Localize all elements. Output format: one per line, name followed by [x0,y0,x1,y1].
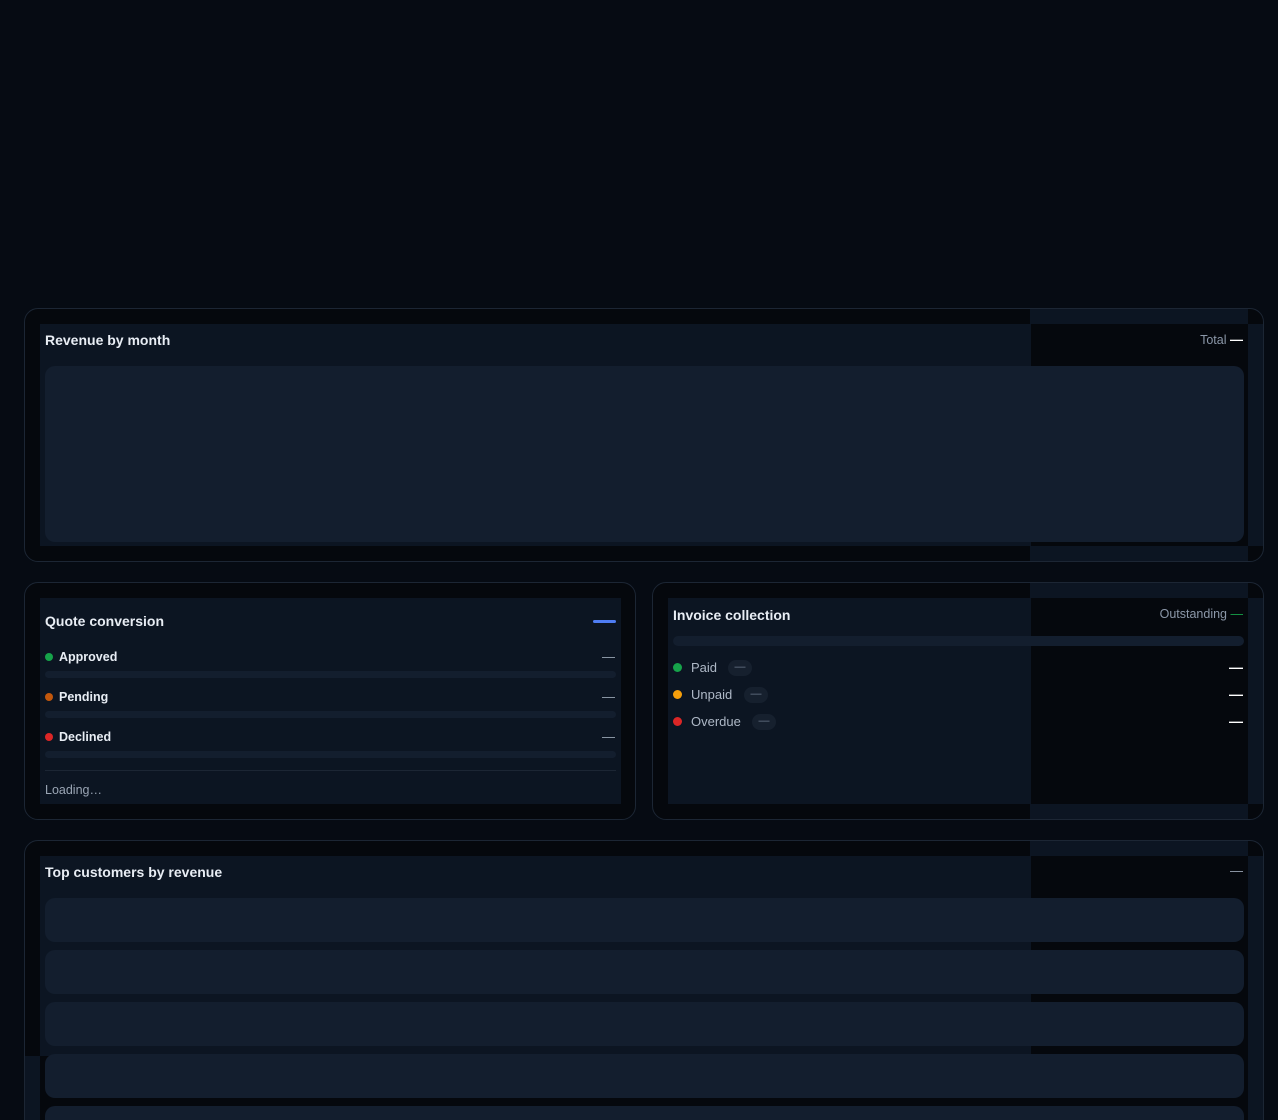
pending-dot [45,693,53,701]
top-customers-meta: — [1230,863,1243,878]
top-customers-title: Top customers by revenue [45,864,223,880]
approved-dot [45,653,53,661]
paid-value: — [1229,659,1243,675]
paid-dot [673,663,682,672]
pending-label: Pending [59,690,109,704]
invoice-collection-card: Invoice collection Outstanding — Paid — … [652,582,1264,820]
customer-row-placeholder [45,1106,1244,1120]
invoice-card-edge [1030,583,1248,598]
quote-divider [45,770,616,771]
customer-row-placeholder [45,1002,1244,1046]
top-customers-card-edge [1030,841,1248,856]
invoice-title: Invoice collection [673,607,791,623]
overdue-count-badge: — [752,714,776,730]
invoice-card-edge [1030,804,1248,819]
customer-row-placeholder [45,898,1244,942]
top-customers-card: Top customers by revenue — [24,840,1264,1120]
revenue-card-edge [1030,546,1248,561]
quote-accent-line [593,620,616,623]
top-customers-card-edge [1248,856,1263,1120]
unpaid-value: — [1229,686,1243,702]
invoice-outstanding: Outstanding — [1160,607,1243,621]
declined-dot [45,733,53,741]
paid-label: Paid [691,660,718,675]
approved-value: — [602,649,615,664]
overdue-label: Overdue [691,714,741,729]
revenue-total-label: Total [1200,333,1227,347]
revenue-card-edge [1248,324,1263,546]
customer-row-placeholder [45,950,1244,994]
pending-bar [45,711,616,718]
invoice-progress-bar [673,636,1244,646]
quote-loading-status: Loading… [45,783,102,797]
quote-conversion-card: Quote conversion Approved — Pending — De… [24,582,636,820]
paid-count-badge: — [728,660,752,676]
revenue-total: Total — [1200,332,1243,347]
overdue-dot [673,717,682,726]
top-customers-card-edge [25,1056,40,1120]
outstanding-label: Outstanding [1159,607,1228,621]
outstanding-value: — [1230,607,1244,621]
unpaid-count-badge: — [744,687,768,703]
approved-label: Approved [59,650,118,664]
revenue-card-edge [1030,309,1248,324]
quote-title: Quote conversion [45,613,165,629]
approved-bar [45,671,616,678]
revenue-card: Revenue by month Total — [24,308,1264,562]
revenue-total-value: — [1230,332,1243,347]
unpaid-dot [673,690,682,699]
unpaid-label: Unpaid [691,687,733,702]
pending-value: — [602,689,615,704]
overdue-value: — [1229,713,1243,729]
customer-row-placeholder [45,1054,1244,1098]
declined-bar [45,751,616,758]
revenue-title: Revenue by month [45,332,171,348]
revenue-chart-placeholder [45,366,1244,542]
declined-value: — [602,729,615,744]
invoice-card-edge [1248,598,1263,804]
declined-label: Declined [59,730,112,744]
